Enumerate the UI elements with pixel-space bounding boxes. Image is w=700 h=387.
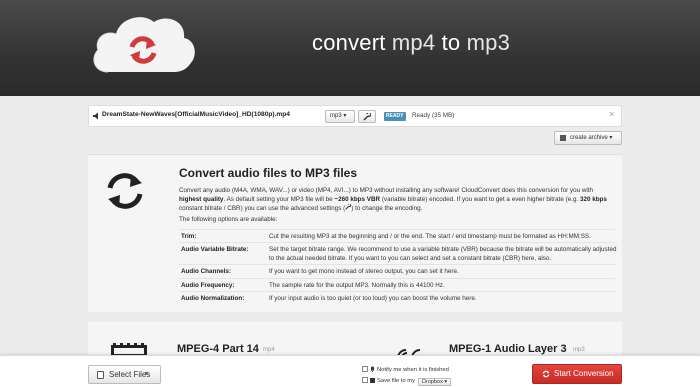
file-icon bbox=[97, 371, 104, 379]
save-checkbox[interactable] bbox=[362, 377, 368, 383]
source-format-title: MPEG-4 Part 14 bbox=[177, 343, 259, 355]
section-heading: Convert audio files to MP3 files bbox=[179, 166, 358, 180]
save-icon bbox=[370, 378, 375, 383]
divider bbox=[179, 264, 615, 265]
divider bbox=[179, 229, 615, 230]
description-text: Convert any audio (M4A, WMA, WAV...) or … bbox=[179, 187, 607, 212]
remove-file-button[interactable]: × bbox=[609, 109, 614, 119]
page-title: convert mp4 to mp3 bbox=[312, 30, 511, 55]
status-badge: READY bbox=[384, 112, 406, 121]
speaker-icon bbox=[93, 112, 98, 120]
select-files-button[interactable]: Select Files ▾ bbox=[88, 365, 161, 384]
wrench-icon bbox=[363, 111, 372, 121]
refresh-icon bbox=[107, 173, 143, 209]
divider bbox=[179, 278, 615, 279]
source-format-ext: mp4 bbox=[263, 347, 275, 353]
target-format-ext: mp3 bbox=[573, 347, 585, 353]
archive-icon bbox=[560, 135, 566, 141]
save-target-select[interactable]: Dropbox ▾ bbox=[418, 378, 452, 386]
file-name: DreamState-NewWaves[OfficialMusicVideo]_… bbox=[102, 111, 290, 118]
options-intro: The following options are available: bbox=[179, 216, 278, 223]
save-option: Save file to my Dropbox ▾ bbox=[362, 377, 452, 386]
settings-button[interactable] bbox=[358, 110, 376, 123]
refresh-icon bbox=[542, 370, 550, 378]
create-archive-button[interactable]: create archive ▾ bbox=[554, 131, 622, 145]
target-format-title: MPEG-1 Audio Layer 3 bbox=[449, 343, 567, 355]
status-text: Ready (35 MB) bbox=[412, 112, 455, 119]
divider bbox=[179, 242, 615, 243]
file-row: DreamState-NewWaves[OfficialMusicVideo]_… bbox=[88, 105, 622, 127]
chevron-down-icon[interactable]: ▾ bbox=[145, 366, 148, 383]
start-conversion-button[interactable]: Start Conversion bbox=[532, 364, 622, 384]
bell-icon bbox=[370, 366, 375, 372]
divider bbox=[179, 291, 615, 292]
cloud-refresh-icon bbox=[93, 17, 195, 73]
notify-option: Notify me when it is finished bbox=[362, 366, 449, 373]
header-banner: convert mp4 to mp3 bbox=[0, 0, 700, 96]
notify-checkbox[interactable] bbox=[362, 366, 368, 372]
output-format-select[interactable]: mp3 ▾ bbox=[325, 110, 355, 123]
